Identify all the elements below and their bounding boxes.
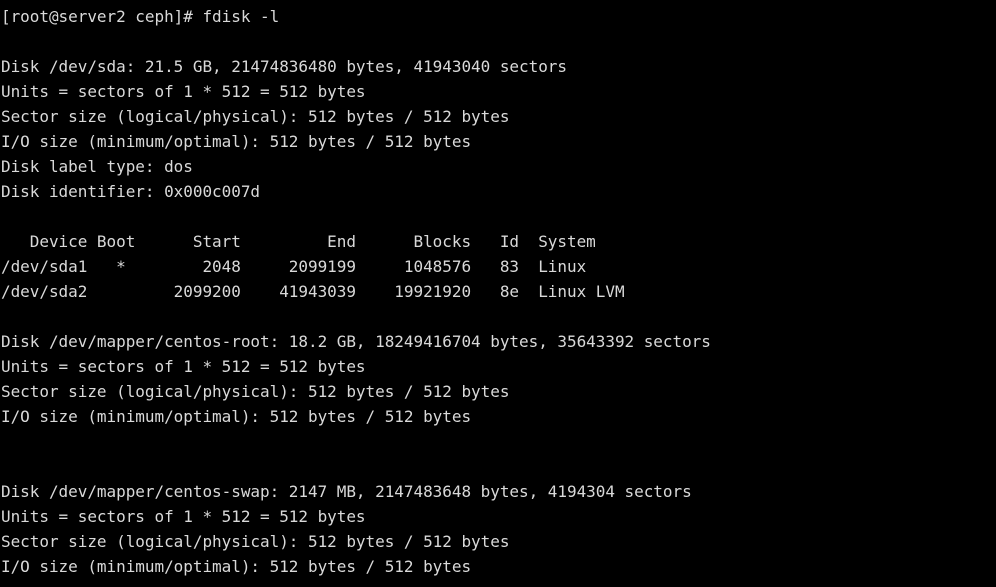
disk-sda-identifier-line: Disk identifier: 0x000c007d	[1, 182, 261, 201]
prompt-command-line: [root@server2 ceph]# fdisk -l	[1, 7, 280, 26]
disk-sda-label-type-line: Disk label type: dos	[1, 157, 193, 176]
disk-sda-header-line: Disk /dev/sda: 21.5 GB, 21474836480 byte…	[1, 57, 567, 76]
disk-centos-root-sector-size-line: Sector size (logical/physical): 512 byte…	[1, 382, 510, 401]
partition-table-header-row: Device Boot Start End Blocks Id System	[1, 232, 596, 251]
disk-centos-swap-units-line: Units = sectors of 1 * 512 = 512 bytes	[1, 507, 366, 526]
disk-centos-swap-header-line: Disk /dev/mapper/centos-swap: 2147 MB, 2…	[1, 482, 692, 501]
disk-centos-root-header-line: Disk /dev/mapper/centos-root: 18.2 GB, 1…	[1, 332, 711, 351]
disk-centos-root-units-line: Units = sectors of 1 * 512 = 512 bytes	[1, 357, 366, 376]
table-row: /dev/sda2 2099200 41943039 19921920 8e L…	[1, 282, 625, 301]
disk-centos-swap-sector-size-line: Sector size (logical/physical): 512 byte…	[1, 532, 510, 551]
disk-sda-units-line: Units = sectors of 1 * 512 = 512 bytes	[1, 82, 366, 101]
disk-centos-swap-io-size-line: I/O size (minimum/optimal): 512 bytes / …	[1, 557, 472, 576]
disk-centos-root-io-size-line: I/O size (minimum/optimal): 512 bytes / …	[1, 407, 472, 426]
disk-sda-io-size-line: I/O size (minimum/optimal): 512 bytes / …	[1, 132, 472, 151]
table-row: /dev/sda1 * 2048 2099199 1048576 83 Linu…	[1, 257, 587, 276]
disk-sda-sector-size-line: Sector size (logical/physical): 512 byte…	[1, 107, 510, 126]
terminal-screen[interactable]: [root@server2 ceph]# fdisk -l Disk /dev/…	[0, 0, 996, 587]
